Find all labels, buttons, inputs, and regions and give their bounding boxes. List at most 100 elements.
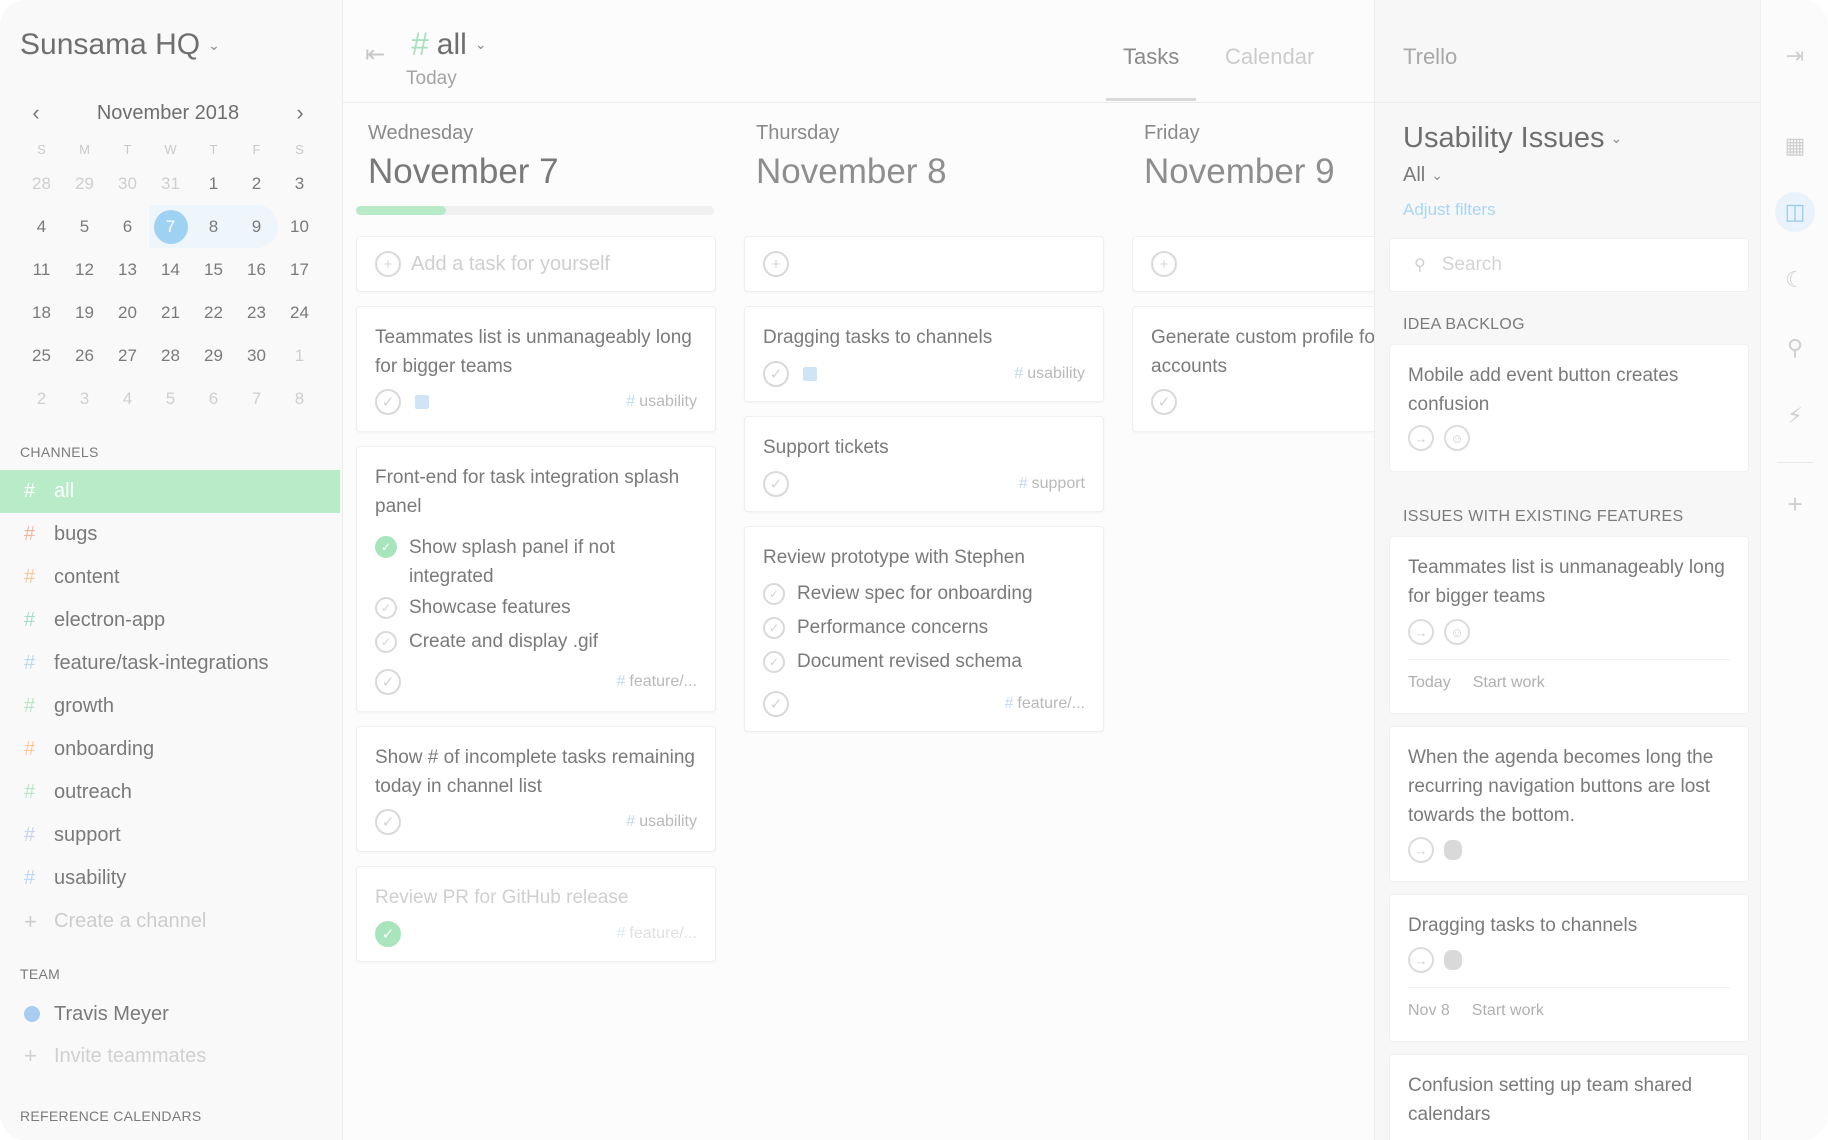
card-when[interactable]: Today	[1408, 674, 1451, 692]
calendar-day[interactable]: 18	[20, 291, 63, 334]
calendar-day[interactable]: 7	[235, 377, 278, 420]
task-card[interactable]: Teammates list is unmanageably long for …	[356, 306, 716, 432]
calendar-day[interactable]: 28	[20, 162, 63, 205]
task-card[interactable]: Generate custom profile for new accounts…	[1132, 306, 1374, 432]
trello-card[interactable]: Teammates list is unmanageably long for …	[1389, 536, 1749, 714]
trello-card[interactable]: Mobile add event button creates confusio…	[1389, 344, 1749, 472]
calendar-day[interactable]: 1	[278, 334, 321, 377]
assign-user-icon[interactable]: ☺	[1444, 425, 1470, 451]
calendar-day[interactable]: 25	[20, 334, 63, 377]
check-icon[interactable]: ✓	[763, 691, 789, 717]
calendar-day[interactable]: 9	[235, 205, 278, 248]
prev-month-icon[interactable]: ‹	[24, 100, 48, 126]
check-icon[interactable]: ✓	[375, 536, 397, 558]
calendar-day[interactable]: 13	[106, 248, 149, 291]
task-card[interactable]: Dragging tasks to channels ✓ # usability	[744, 306, 1104, 402]
calendar-day[interactable]: 11	[20, 248, 63, 291]
start-work-button[interactable]: Start work	[1472, 1002, 1544, 1020]
calendar-day[interactable]: 27	[106, 334, 149, 377]
calendar-day[interactable]: 12	[63, 248, 106, 291]
calendar-day[interactable]: 23	[235, 291, 278, 334]
move-arrow-icon[interactable]: →	[1408, 947, 1434, 973]
expand-panel-icon[interactable]: ⇥	[1781, 42, 1809, 70]
calendar-day[interactable]: 29	[192, 334, 235, 377]
search-icon[interactable]: ⚲	[1781, 334, 1809, 362]
sidebar-item-support[interactable]: # support	[0, 814, 340, 857]
task-card-completed[interactable]: Review PR for GitHub release ✓ # feature/…	[356, 866, 716, 962]
calendar-day[interactable]: 15	[192, 248, 235, 291]
sidebar-item-growth[interactable]: # growth	[0, 685, 340, 728]
calendar-day[interactable]: 2	[235, 162, 278, 205]
subtask-item[interactable]: ✓ Performance concerns	[763, 617, 988, 639]
trello-card[interactable]: Confusion setting up team shared calenda…	[1389, 1054, 1749, 1140]
calendar-day[interactable]: 31	[149, 162, 192, 205]
calendar-day[interactable]: 26	[63, 334, 106, 377]
calendar-day[interactable]: 29	[63, 162, 106, 205]
calendar-icon[interactable]: ▦	[1781, 132, 1809, 160]
calendar-day[interactable]: 3	[63, 377, 106, 420]
check-icon[interactable]: ✓	[375, 921, 401, 947]
check-icon[interactable]: ✓	[763, 471, 789, 497]
invite-teammates-link[interactable]: + Invite teammates	[24, 1036, 206, 1076]
task-card[interactable]: Front-end for task integration splash pa…	[356, 446, 716, 712]
calendar-day[interactable]: 3	[278, 162, 321, 205]
calendar-day[interactable]: 8	[192, 205, 235, 248]
check-icon[interactable]: ✓	[763, 361, 789, 387]
calendar-day[interactable]: 22	[192, 291, 235, 334]
lightning-icon[interactable]: ⚡	[1781, 402, 1809, 430]
start-work-button[interactable]: Start work	[1473, 674, 1545, 692]
next-month-icon[interactable]: ›	[288, 100, 312, 126]
calendar-day[interactable]: 20	[106, 291, 149, 334]
calendar-day[interactable]: 5	[63, 205, 106, 248]
move-arrow-icon[interactable]: →	[1408, 619, 1434, 645]
filter-dropdown[interactable]: All ⌄	[1403, 164, 1443, 187]
team-member[interactable]: Travis Meyer	[24, 994, 169, 1034]
move-arrow-icon[interactable]: →	[1408, 425, 1434, 451]
add-integration-icon[interactable]: +	[1781, 490, 1809, 518]
calendar-day[interactable]: 4	[106, 377, 149, 420]
sidebar-item-outreach[interactable]: # outreach	[0, 771, 340, 814]
calendar-day[interactable]: 21	[149, 291, 192, 334]
assign-user-icon[interactable]: ☺	[1444, 619, 1470, 645]
subtask-item[interactable]: ✓ Document revised schema	[763, 651, 1022, 673]
calendar-day[interactable]: 17	[278, 248, 321, 291]
calendar-day[interactable]: 8	[278, 377, 321, 420]
calendar-day[interactable]: 10	[278, 205, 321, 248]
calendar-day[interactable]: 28	[149, 334, 192, 377]
subtask-item[interactable]: ✓ Create and display .gif	[375, 631, 598, 653]
calendar-day[interactable]: 7	[149, 205, 192, 248]
create-channel-link[interactable]: + Create a channel	[0, 900, 340, 943]
calendar-day[interactable]: 2	[20, 377, 63, 420]
tab-calendar[interactable]: Calendar	[1225, 44, 1314, 70]
workspace-switcher[interactable]: Sunsama HQ ⌄	[20, 28, 220, 62]
add-task-card[interactable]: +	[744, 236, 1104, 292]
subtask-item[interactable]: ✓ Review spec for onboarding	[763, 583, 1033, 605]
card-when[interactable]: Nov 8	[1408, 1002, 1450, 1020]
board-switcher[interactable]: Usability Issues ⌄	[1403, 122, 1622, 155]
calendar-day[interactable]: 4	[20, 205, 63, 248]
check-icon[interactable]: ✓	[763, 651, 785, 673]
calendar-day[interactable]: 30	[106, 162, 149, 205]
subtask-item[interactable]: ✓ Showcase features	[375, 597, 571, 619]
sidebar-item-electron-app[interactable]: # electron-app	[0, 599, 340, 642]
calendar-day[interactable]: 6	[106, 205, 149, 248]
collapse-sidebar-icon[interactable]: ⇤	[365, 40, 385, 69]
calendar-day[interactable]: 16	[235, 248, 278, 291]
check-icon[interactable]: ✓	[375, 631, 397, 653]
calendar-day[interactable]: 24	[278, 291, 321, 334]
sidebar-item-all[interactable]: # all	[0, 470, 340, 513]
check-icon[interactable]: ✓	[375, 597, 397, 619]
search-box[interactable]: ⚲	[1389, 238, 1749, 292]
move-arrow-icon[interactable]: →	[1408, 837, 1434, 863]
add-task-card[interactable]: + Add a task for yourself	[356, 236, 716, 292]
calendar-day[interactable]: 5	[149, 377, 192, 420]
check-icon[interactable]: ✓	[375, 389, 401, 415]
search-input[interactable]	[1439, 253, 1724, 277]
calendar-day[interactable]: 30	[235, 334, 278, 377]
moon-icon[interactable]: ☾	[1781, 266, 1809, 294]
subtask-item[interactable]: ✓ Show splash panel if not integrated	[375, 533, 649, 591]
check-icon[interactable]: ✓	[1151, 389, 1177, 415]
sidebar-item-onboarding[interactable]: # onboarding	[0, 728, 340, 771]
trello-card[interactable]: When the agenda becomes long the recurri…	[1389, 726, 1749, 882]
task-card[interactable]: Show # of incomplete tasks remaining tod…	[356, 726, 716, 852]
